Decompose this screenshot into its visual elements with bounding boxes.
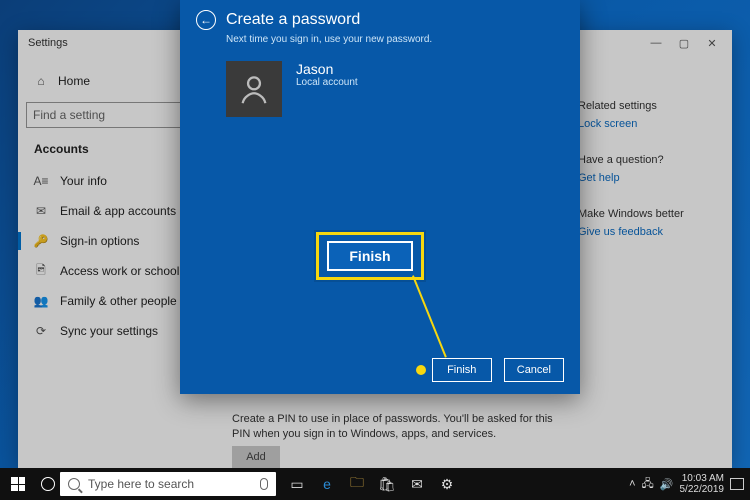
user-type: Local account [296, 77, 358, 88]
tray-chevron-up-icon[interactable]: ˄ [629, 478, 635, 490]
callout-connector-line [412, 275, 447, 357]
taskbar-search-placeholder: Type here to search [88, 477, 194, 491]
folder-icon: 🗀 [350, 472, 364, 496]
cancel-button[interactable]: Cancel [504, 358, 564, 382]
user-name: Jason [296, 61, 358, 77]
arrow-left-icon: ← [200, 13, 212, 27]
back-button[interactable]: ← [196, 10, 216, 30]
clock-date: 5/22/2019 [680, 484, 725, 495]
explorer-button[interactable]: 🗀 [342, 468, 372, 500]
taskbar: Type here to search ▭ e 🗀 🛍 ✉ ⚙ ˄ 🖧 🔊 10… [0, 468, 750, 500]
taskbar-clock[interactable]: 10:03 AM 5/22/2019 [680, 473, 725, 495]
gear-icon: ⚙ [441, 476, 454, 493]
cortana-button[interactable] [36, 477, 60, 491]
user-info-row: Jason Local account [196, 61, 564, 117]
avatar [226, 61, 282, 117]
tray-network-icon[interactable]: 🖧 [642, 475, 654, 494]
settings-taskbar-button[interactable]: ⚙ [432, 468, 462, 500]
finish-callout-label: Finish [349, 248, 390, 264]
callout-connector-dot [416, 365, 426, 375]
system-tray: ˄ 🖧 🔊 10:03 AM 5/22/2019 [629, 473, 750, 495]
task-view-icon: ▭ [290, 476, 303, 493]
finish-callout-button[interactable]: Finish [327, 241, 413, 271]
clock-time: 10:03 AM [680, 473, 725, 484]
task-view-button[interactable]: ▭ [282, 468, 312, 500]
finish-button-label: Finish [447, 364, 476, 376]
edge-button[interactable]: e [312, 468, 342, 500]
cortana-icon [41, 477, 55, 491]
finish-callout-highlight: Finish [316, 232, 424, 280]
start-button[interactable] [0, 468, 36, 500]
search-icon [68, 478, 80, 490]
taskbar-pinned-apps: ▭ e 🗀 🛍 ✉ ⚙ [282, 468, 462, 500]
taskbar-search-input[interactable]: Type here to search [60, 472, 276, 496]
dialog-button-row: Finish Cancel [416, 358, 564, 382]
finish-button[interactable]: Finish [432, 358, 492, 382]
user-meta: Jason Local account [296, 61, 358, 117]
dialog-subtitle: Next time you sign in, use your new pass… [196, 32, 564, 61]
mail-icon: ✉ [411, 476, 423, 493]
cancel-button-label: Cancel [517, 364, 551, 376]
dialog-title: Create a password [226, 11, 360, 29]
microphone-icon [260, 478, 268, 490]
create-password-dialog: ← Create a password Next time you sign i… [180, 0, 580, 394]
tray-volume-icon[interactable]: 🔊 [660, 478, 674, 491]
store-button[interactable]: 🛍 [372, 468, 402, 500]
action-center-button[interactable] [730, 478, 744, 490]
edge-icon: e [323, 476, 331, 492]
dialog-header: ← Create a password [196, 8, 564, 32]
mail-button[interactable]: ✉ [402, 468, 432, 500]
store-icon: 🛍 [378, 476, 396, 493]
person-icon [237, 72, 271, 106]
windows-logo-icon [11, 477, 25, 491]
